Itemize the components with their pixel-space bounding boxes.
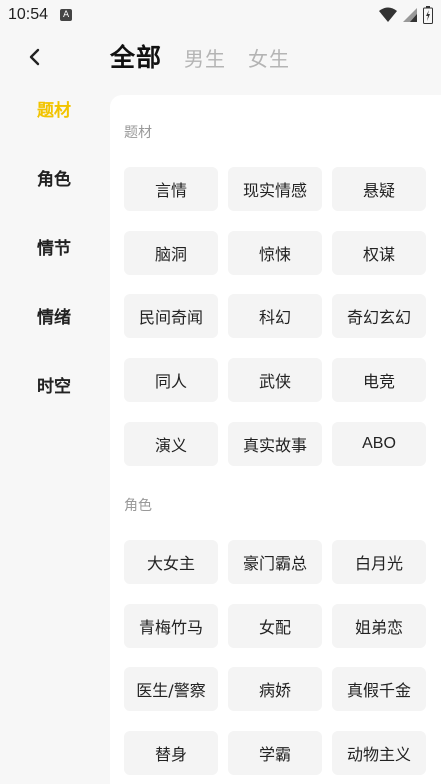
tag-item[interactable]: 权谋: [332, 231, 426, 275]
status-time: 10:54: [8, 6, 49, 23]
tag-item[interactable]: 悬疑: [332, 167, 426, 211]
tag-item[interactable]: 医生/警察: [124, 667, 218, 711]
sidebar-item-emotion[interactable]: 情绪: [0, 297, 108, 366]
sidebar-item-plot[interactable]: 情节: [0, 228, 108, 297]
chevron-left-icon: [29, 48, 40, 66]
tag-item[interactable]: 民间奇闻: [124, 294, 218, 338]
tag-item[interactable]: 大女主: [124, 540, 218, 584]
tag-panel: 题材 言情 现实情感 悬疑 脑洞 惊悚 权谋 民间奇闻 科幻 奇幻玄幻 同人 武…: [110, 95, 441, 784]
tag-item[interactable]: 科幻: [228, 294, 322, 338]
header: 全部 男生 女生: [0, 30, 441, 88]
section-title-theme: 题材: [124, 125, 152, 141]
tag-item[interactable]: 电竞: [332, 358, 426, 402]
tag-item[interactable]: 现实情感: [228, 167, 322, 211]
notification-icon: A: [60, 9, 73, 21]
tag-item[interactable]: 同人: [124, 358, 218, 402]
status-icons: [379, 6, 433, 24]
tag-item[interactable]: 脑洞: [124, 231, 218, 275]
tag-item[interactable]: 姐弟恋: [332, 604, 426, 648]
wifi-icon: [379, 7, 397, 22]
tag-item[interactable]: 真假千金: [332, 667, 426, 711]
battery-icon: [423, 6, 433, 24]
tab-male[interactable]: 男生: [184, 43, 226, 72]
tag-item[interactable]: 学霸: [228, 731, 322, 775]
back-button[interactable]: [22, 44, 48, 70]
sidebar-item-era[interactable]: 时空: [0, 366, 108, 435]
gender-tabs: 全部 男生 女生: [110, 38, 290, 74]
tag-item[interactable]: 豪门霸总: [228, 540, 322, 584]
tag-item[interactable]: 动物主义: [332, 731, 426, 775]
sidebar-item-theme[interactable]: 题材: [0, 90, 108, 159]
status-bar: 10:54 A: [0, 0, 441, 30]
tag-item[interactable]: 白月光: [332, 540, 426, 584]
tag-item[interactable]: 奇幻玄幻: [332, 294, 426, 338]
tab-all[interactable]: 全部: [110, 38, 162, 74]
tag-item[interactable]: 病娇: [228, 667, 322, 711]
tag-item[interactable]: 真实故事: [228, 422, 322, 466]
tag-item[interactable]: 青梅竹马: [124, 604, 218, 648]
tag-item[interactable]: 替身: [124, 731, 218, 775]
tag-item[interactable]: 演义: [124, 422, 218, 466]
tag-item[interactable]: ABO: [332, 422, 426, 466]
section-title-role: 角色: [124, 498, 152, 514]
tag-item[interactable]: 武侠: [228, 358, 322, 402]
tab-female[interactable]: 女生: [248, 43, 290, 72]
signal-icon: [403, 8, 417, 22]
tag-item[interactable]: 惊悚: [228, 231, 322, 275]
category-sidebar: 题材 角色 情节 情绪 时空: [0, 90, 108, 435]
sidebar-item-role[interactable]: 角色: [0, 159, 108, 228]
tag-item[interactable]: 言情: [124, 167, 218, 211]
tag-item[interactable]: 女配: [228, 604, 322, 648]
